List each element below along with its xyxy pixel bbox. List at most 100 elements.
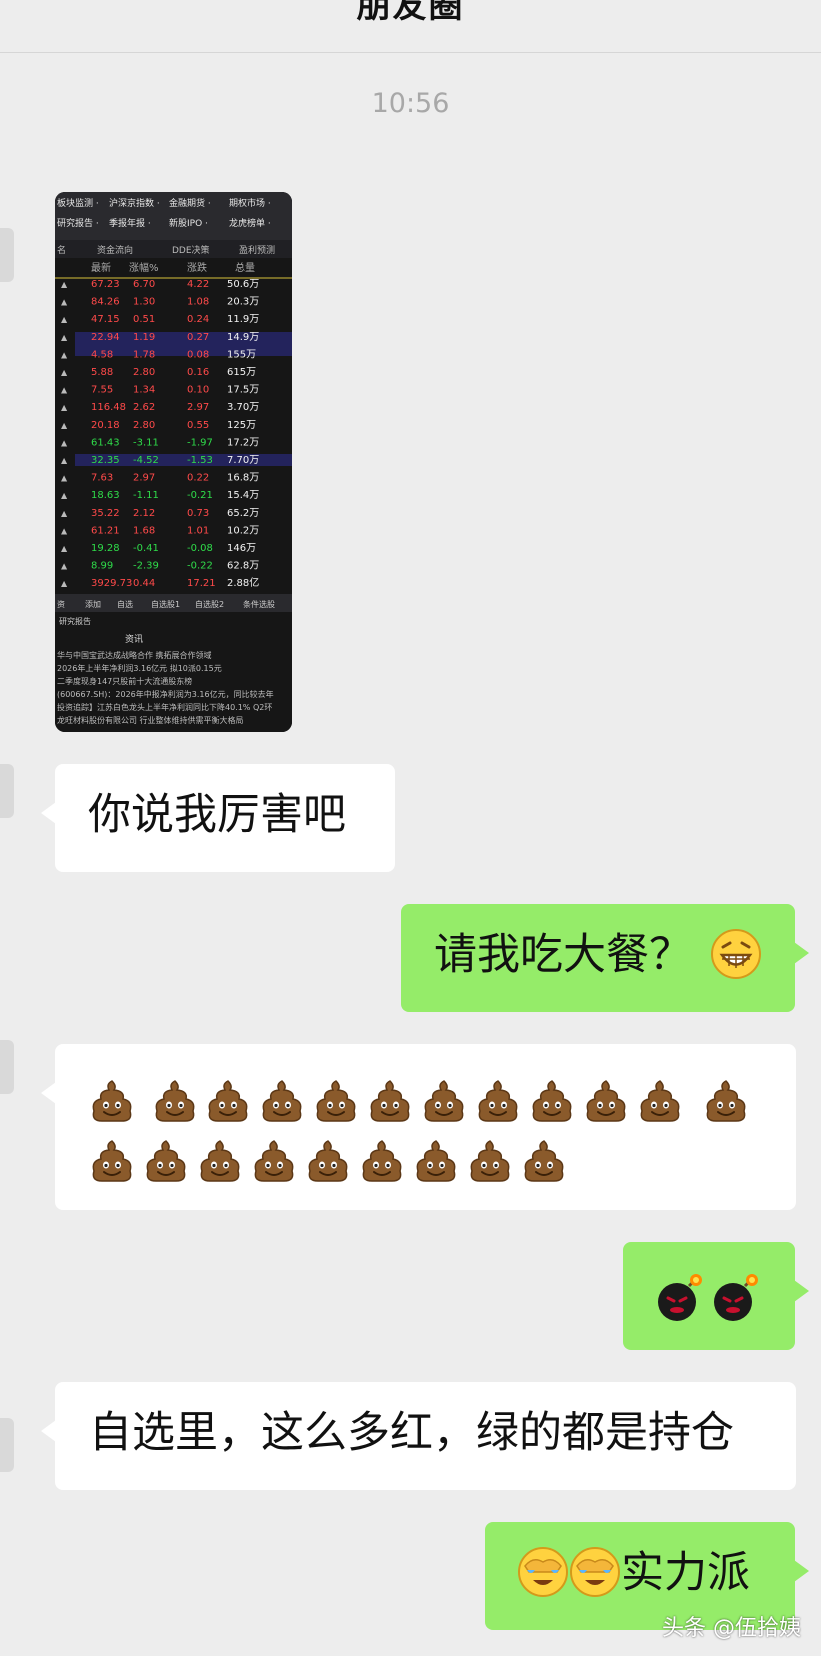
photo-change: 0.73 (187, 508, 209, 519)
photo-volume: 17.2万 (227, 437, 259, 448)
photo-price: 116.48 (91, 402, 126, 413)
photo-row-marker: ▲ (61, 280, 68, 289)
photo-change: -0.22 (187, 561, 213, 572)
avatar[interactable] (0, 228, 14, 282)
photo-volume: 50.6万 (227, 279, 259, 290)
photo-price: 35.22 (91, 508, 120, 519)
poo-emoji-icon (413, 1138, 459, 1199)
photo-row-marker: ▲ (61, 509, 68, 518)
photo-news-item: 投资追踪】江苏白色龙头上半年净利润同比下降40.1% Q2环 (57, 702, 272, 712)
photo-change-pct: 1.68 (133, 525, 155, 536)
bomb-emoji-icon (714, 1274, 758, 1321)
photo-volume: 11.9万 (227, 314, 259, 325)
photo-change: -0.08 (187, 543, 213, 554)
photo-row-marker: ▲ (61, 579, 68, 588)
photo-volume: 62.8万 (227, 561, 259, 572)
poo-emoji-icon (313, 1078, 359, 1139)
photo-change-pct: 0.44 (133, 578, 155, 589)
photo-row-marker: ▲ (61, 350, 68, 359)
photo-change: -1.97 (187, 437, 213, 448)
photo-price: 22.94 (91, 332, 120, 343)
message-text: 你说我厉害吧 (88, 790, 346, 840)
image-message[interactable]: 板块监测 · 沪深京指数 · 金融期货 · 期权市场 · 研究报告 · 季报年报 · 新股I… (55, 192, 292, 732)
message-bubble-sent-emoji[interactable] (623, 1242, 809, 1350)
photo-row-marker: ▲ (61, 368, 68, 377)
photo-change: 1.08 (187, 297, 209, 308)
message-bubble-sent[interactable]: 请我吃大餐？ (401, 904, 809, 1012)
photo-price: 4.58 (91, 349, 113, 360)
photo-column-header: 总量 (235, 261, 255, 274)
photo-change-pct: -2.39 (133, 561, 159, 572)
photo-change-pct: 2.62 (133, 402, 155, 413)
poo-emoji-icon (475, 1078, 521, 1139)
photo-news-title: 资讯 (125, 634, 143, 645)
avatar[interactable] (0, 1418, 14, 1472)
poo-emoji-icon (467, 1138, 513, 1199)
photo-change-pct: 2.12 (133, 508, 155, 519)
photo-price: 19.28 (91, 543, 120, 554)
photo-change: 0.08 (187, 349, 209, 360)
photo-menu-item: 季报年报 · (109, 217, 151, 229)
photo-row-marker: ▲ (61, 544, 68, 553)
poo-emoji-icon (152, 1078, 198, 1139)
photo-change-pct: -0.41 (133, 543, 159, 554)
avatar[interactable] (0, 1040, 14, 1094)
photo-price: 32.35 (91, 455, 120, 466)
photo-menu-item: 研究报告 · (57, 217, 99, 229)
photo-row-marker: ▲ (61, 474, 68, 483)
chat-header: 朋友圈 (0, 0, 821, 53)
poo-emoji-icon (89, 1078, 135, 1139)
photo-price: 67.23 (91, 279, 120, 290)
avatar[interactable] (0, 764, 14, 818)
message-bubble-received-emoji[interactable] (41, 1044, 796, 1210)
message-bubble-received[interactable]: 你说我厉害吧 (41, 764, 395, 872)
poo-emoji-icon (259, 1078, 305, 1139)
photo-volume: 7.70万 (227, 455, 259, 466)
photo-bottom-tab: 自选股1 (151, 599, 180, 609)
photo-news-item: 龙旺材料股份有限公司 行业整体维持供需平衡大格局 (57, 715, 244, 725)
stock-app-photo: 板块监测 · 沪深京指数 · 金融期货 · 期权市场 · 研究报告 · 季报年报 · 新股I… (55, 192, 292, 732)
photo-volume: 16.8万 (227, 473, 259, 484)
photo-sub-tab: 研究报告 (59, 616, 91, 626)
photo-row-marker: ▲ (61, 456, 68, 465)
photo-change-pct: 1.30 (133, 297, 155, 308)
photo-row-marker: ▲ (61, 526, 68, 535)
photo-column-header: 最新 (91, 261, 111, 274)
photo-tab: 盈利预测 (239, 244, 275, 256)
photo-row-marker: ▲ (61, 491, 68, 500)
photo-tab: 资金流向 (97, 244, 133, 256)
photo-change: 0.10 (187, 385, 209, 396)
photo-volume: 615万 (227, 367, 256, 378)
photo-menu-item: 期权市场 · (229, 197, 271, 209)
photo-price: 61.21 (91, 525, 120, 536)
photo-change: -0.21 (187, 490, 213, 501)
photo-volume: 2.88亿 (227, 576, 259, 589)
photo-bottom-tab: 资 (57, 599, 65, 609)
photo-menu-item: 板块监测 · (57, 197, 99, 209)
photo-change-pct: 1.34 (133, 385, 155, 396)
poo-emoji-icon (143, 1138, 189, 1199)
photo-change: 2.97 (187, 402, 209, 413)
photo-volume: 20.3万 (227, 297, 259, 308)
photo-bottom-tab: 条件选股 (243, 599, 275, 609)
photo-row-marker: ▲ (61, 438, 68, 447)
photo-change-pct: 1.19 (133, 332, 155, 343)
poo-emoji-icon (197, 1138, 243, 1199)
poo-emoji-icon (367, 1078, 413, 1139)
watermark: 头条 @伍拾姨 (662, 1616, 801, 1641)
bomb-emoji-icon (658, 1274, 702, 1321)
photo-news-item: (600667.SH)：2026年中报净利润为3.16亿元，同比较去年 (57, 689, 274, 699)
photo-volume: 155万 (227, 349, 256, 360)
photo-row-marker: ▲ (61, 403, 68, 412)
photo-menu-item: 龙虎榜单 · (229, 217, 271, 229)
photo-tab: DDE决策 (172, 244, 210, 256)
photo-change-pct: 2.80 (133, 420, 155, 431)
photo-price: 18.63 (91, 490, 120, 501)
message-bubble-received[interactable]: 自选里，这么多红，绿的都是持仓 (41, 1382, 796, 1490)
photo-menu-item: 新股IPO · (169, 217, 208, 229)
photo-menu-item: 金融期货 · (169, 197, 211, 209)
photo-volume: 146万 (227, 543, 256, 554)
photo-row-marker: ▲ (61, 298, 68, 307)
photo-row-marker: ▲ (61, 333, 68, 342)
photo-row-marker: ▲ (61, 421, 68, 430)
